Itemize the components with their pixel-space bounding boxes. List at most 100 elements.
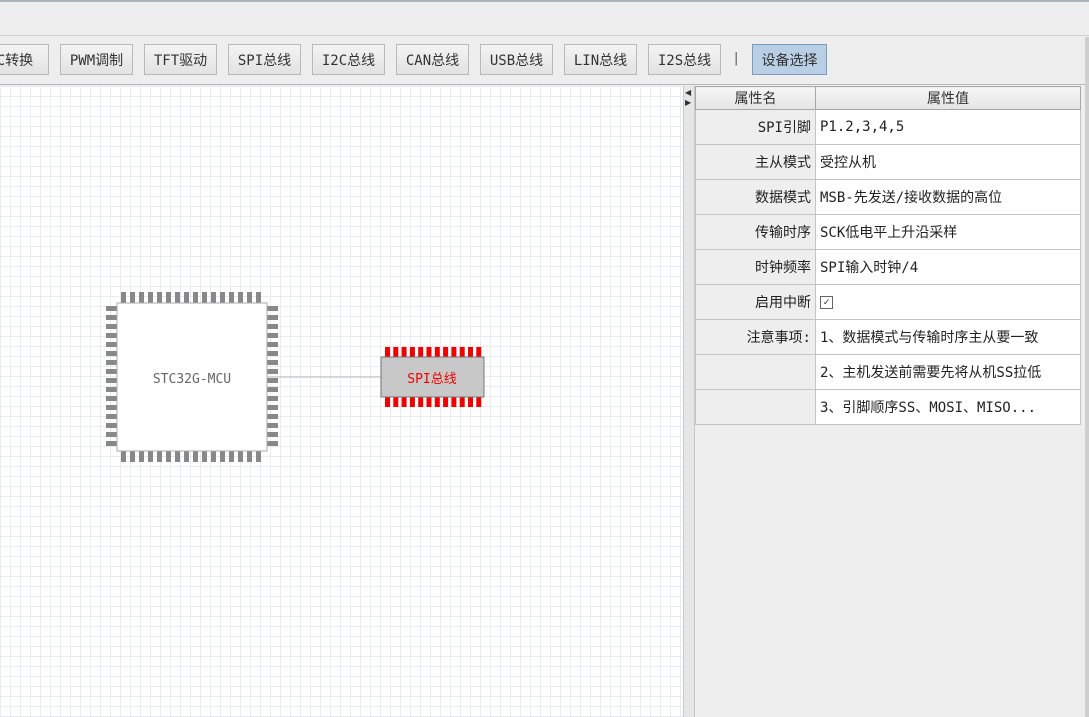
mcu-pin <box>166 451 171 462</box>
device-select-button[interactable]: 设备选择 <box>752 44 827 75</box>
interrupt-checkbox[interactable]: ✓ <box>820 295 833 309</box>
splitter-arrows-icon[interactable]: ◀ ▶ <box>685 88 691 108</box>
spi-pin <box>401 347 407 357</box>
mcu-pin <box>229 292 234 303</box>
mcu-pin <box>106 306 117 311</box>
property-value[interactable]: P1.2,3,4,5 <box>815 109 1081 145</box>
header-property-name[interactable]: 属性名 <box>695 86 816 110</box>
mcu-pin <box>238 451 243 462</box>
table-row[interactable]: SPI引脚 P1.2,3,4,5 <box>695 109 1081 145</box>
spi-pin <box>426 397 432 407</box>
table-row[interactable]: 2、主机发送前需要先将从机SS拉低 <box>695 354 1081 390</box>
mcu-pin <box>148 292 153 303</box>
top-menu-strip <box>0 0 1089 36</box>
mcu-pin <box>175 292 180 303</box>
mcu-pin <box>220 451 225 462</box>
design-canvas[interactable]: STC32G-MCU SPI总线 <box>0 86 683 717</box>
table-row[interactable]: 启用中断 ✓ <box>695 284 1081 320</box>
spi-pin <box>409 397 415 407</box>
spi-pin <box>468 347 473 357</box>
can-button[interactable]: CAN总线 <box>396 44 469 75</box>
table-row[interactable]: 注意事项: 1、数据模式与传输时序主从要一致 <box>695 319 1081 355</box>
pwm-button[interactable]: PWM调制 <box>60 44 133 75</box>
spi-pin <box>443 347 449 357</box>
mcu-pin <box>267 315 278 320</box>
property-value[interactable]: MSB-先发送/接收数据的高位 <box>815 179 1081 215</box>
mcu-pin <box>267 387 278 392</box>
mcu-pin <box>106 342 117 347</box>
mcu-pin <box>256 451 261 462</box>
property-value[interactable]: SCK低电平上升沿采样 <box>815 214 1081 250</box>
mcu-pin <box>267 396 278 401</box>
usb-button[interactable]: USB总线 <box>480 44 553 75</box>
mcu-pin <box>106 414 117 419</box>
spi-pin <box>418 397 424 407</box>
mcu-pin <box>267 342 278 347</box>
table-row[interactable]: 3、引脚顺序SS、MOSI、MISO... <box>695 389 1081 425</box>
i2s-button[interactable]: I2S总线 <box>648 44 721 75</box>
mcu-pin <box>106 351 117 356</box>
mcu-pin <box>139 292 144 303</box>
mcu-pin <box>148 451 153 462</box>
spi-pin <box>385 347 390 357</box>
property-header-row: 属性名 属性值 <box>695 86 1081 110</box>
property-value[interactable]: 3、引脚顺序SS、MOSI、MISO... <box>815 389 1081 425</box>
mcu-pin <box>193 451 198 462</box>
spi-pin <box>434 347 440 357</box>
mcu-pin <box>267 441 278 446</box>
property-value[interactable]: 2、主机发送前需要先将从机SS拉低 <box>815 354 1081 390</box>
panel-splitter[interactable]: ◀ ▶ <box>683 86 695 717</box>
mcu-pin <box>267 378 278 383</box>
mcu-pin <box>106 423 117 428</box>
dac-button[interactable]: DAC转换 <box>0 44 49 75</box>
mcu-pin <box>238 292 243 303</box>
property-value[interactable]: 受控从机 <box>815 144 1081 180</box>
spi-pin <box>476 397 482 407</box>
toolbar-separator: | <box>734 51 739 66</box>
mcu-pin <box>157 451 162 462</box>
spi-pin <box>434 397 440 407</box>
mcu-pin <box>130 451 135 462</box>
table-row[interactable]: 数据模式 MSB-先发送/接收数据的高位 <box>695 179 1081 215</box>
mcu-pin <box>267 333 278 338</box>
table-row[interactable]: 时钟频率 SPI输入时钟/4 <box>695 249 1081 285</box>
toolbar: DAC转换 PWM调制 TFT驱动 SPI总线 I2C总线 CAN总线 USB总… <box>0 37 1085 85</box>
mcu-pin <box>202 451 207 462</box>
mcu-pin <box>106 396 117 401</box>
mcu-pin <box>106 369 117 374</box>
spi-button[interactable]: SPI总线 <box>228 44 301 75</box>
mcu-pin <box>106 315 117 320</box>
header-property-value[interactable]: 属性值 <box>815 86 1081 110</box>
property-value[interactable]: ✓ <box>815 284 1081 320</box>
property-name <box>695 354 816 390</box>
spi-pin <box>451 347 457 357</box>
mcu-pin <box>267 423 278 428</box>
tft-button[interactable]: TFT驱动 <box>144 44 217 75</box>
mcu-pin <box>267 324 278 329</box>
mcu-pin <box>267 414 278 419</box>
property-value[interactable]: SPI输入时钟/4 <box>815 249 1081 285</box>
i2c-button[interactable]: I2C总线 <box>312 44 385 75</box>
property-name: 启用中断 <box>695 284 816 320</box>
lin-button[interactable]: LIN总线 <box>564 44 637 75</box>
spi-pin <box>476 347 482 357</box>
mcu-pin <box>121 292 126 303</box>
spi-bus-label: SPI总线 <box>407 372 456 387</box>
spi-pin <box>418 347 424 357</box>
mcu-pin <box>211 451 216 462</box>
property-table: 属性名 属性值 SPI引脚 P1.2,3,4,5 主从模式 受控从机 数据模式 … <box>695 86 1081 425</box>
property-value[interactable]: 1、数据模式与传输时序主从要一致 <box>815 319 1081 355</box>
spi-pin <box>459 347 465 357</box>
mcu-pin <box>267 306 278 311</box>
table-row[interactable]: 传输时序 SCK低电平上升沿采样 <box>695 214 1081 250</box>
mcu-pin <box>247 292 252 303</box>
spi-pin <box>393 347 399 357</box>
property-name: 主从模式 <box>695 144 816 180</box>
mcu-pin <box>193 292 198 303</box>
property-panel: 属性名 属性值 SPI引脚 P1.2,3,4,5 主从模式 受控从机 数据模式 … <box>695 86 1085 717</box>
spi-pin <box>401 397 407 407</box>
mcu-pin <box>157 292 162 303</box>
mcu-pin <box>184 292 189 303</box>
mcu-pin <box>202 292 207 303</box>
table-row[interactable]: 主从模式 受控从机 <box>695 144 1081 180</box>
